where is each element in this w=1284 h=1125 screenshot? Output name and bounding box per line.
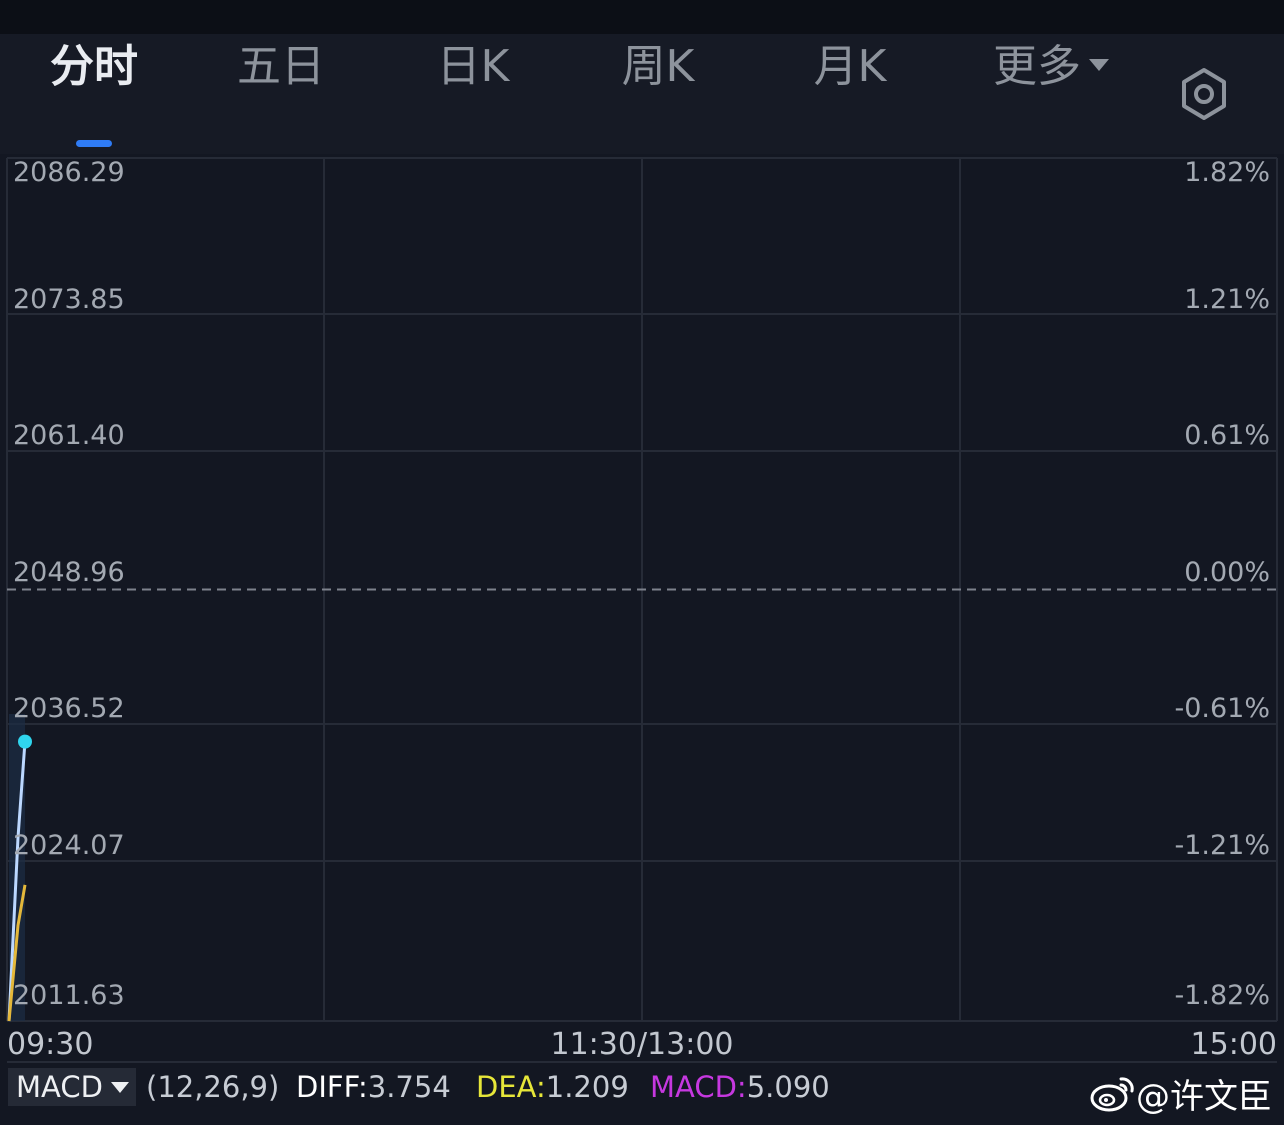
macd-dea: DEA: 1.209 [476,1068,629,1106]
y-axis-label-right: -1.21% [1174,830,1270,861]
x-axis-time-label: 11:30/13:00 [550,1027,733,1062]
chevron-down-icon [1089,59,1109,71]
y-axis-label-right: -1.82% [1174,980,1270,1011]
y-axis-label-right: -0.61% [1174,693,1270,724]
macd-value: 5.090 [746,1070,830,1104]
y-axis-label-left: 2048.96 [13,557,125,588]
tab-monthly-k[interactable]: 月K [804,26,896,98]
y-axis-label-right: 1.82% [1184,157,1270,188]
y-axis-label-left: 2036.52 [13,693,125,724]
y-axis-label-left: 2086.29 [13,157,125,188]
y-axis-label-left: 2011.63 [13,980,125,1011]
macd-diff: DIFF: 3.754 [296,1068,451,1106]
macd-params: (12,26,9) [146,1070,280,1104]
dea-label: DEA: [476,1070,546,1104]
indicator-selector[interactable]: MACD [8,1068,136,1106]
diff-label: DIFF: [296,1070,368,1104]
chart-series [7,714,32,1022]
active-tab-indicator [76,140,112,147]
y-axis-label-right: 0.00% [1184,557,1270,588]
diff-value: 3.754 [367,1070,451,1104]
tab-five-day[interactable]: 五日 [234,26,328,98]
indicator-selector-label: MACD [16,1070,103,1104]
y-axis-label-right: 1.21% [1184,284,1270,315]
watermark-text: @许文臣 [1136,1076,1272,1117]
chart-grid [6,157,1278,1063]
macd-label: MACD: [650,1070,747,1104]
tab-more-label: 更多 [993,41,1081,92]
watermark: @许文臣 [1090,1070,1272,1117]
macd-value-group: MACD: 5.090 [650,1068,830,1106]
y-axis-label-left: 2061.40 [13,420,125,451]
settings-icon[interactable] [1176,66,1232,122]
intraday-chart[interactable]: 2086.29 2073.85 2061.40 2048.96 2036.52 2024.… [0,154,1284,1066]
last-price-point [18,734,32,749]
x-axis-time-label: 09:30 [7,1027,93,1062]
y-axis-label-left: 2073.85 [13,284,125,315]
tab-intraday[interactable]: 分时 [46,26,142,98]
dropdown-triangle-icon [110,1081,129,1093]
dea-value: 1.209 [545,1070,629,1104]
weibo-logo-icon [1090,1077,1134,1112]
y-axis-label-left: 2024.07 [13,830,125,861]
y-axis-label-right: 0.61% [1184,420,1270,451]
tab-more[interactable]: 更多 [986,26,1116,98]
tab-weekly-k[interactable]: 周K [612,26,704,98]
tab-daily-k[interactable]: 日K [428,26,518,98]
x-axis-time-label: 15:00 [1191,1027,1277,1062]
